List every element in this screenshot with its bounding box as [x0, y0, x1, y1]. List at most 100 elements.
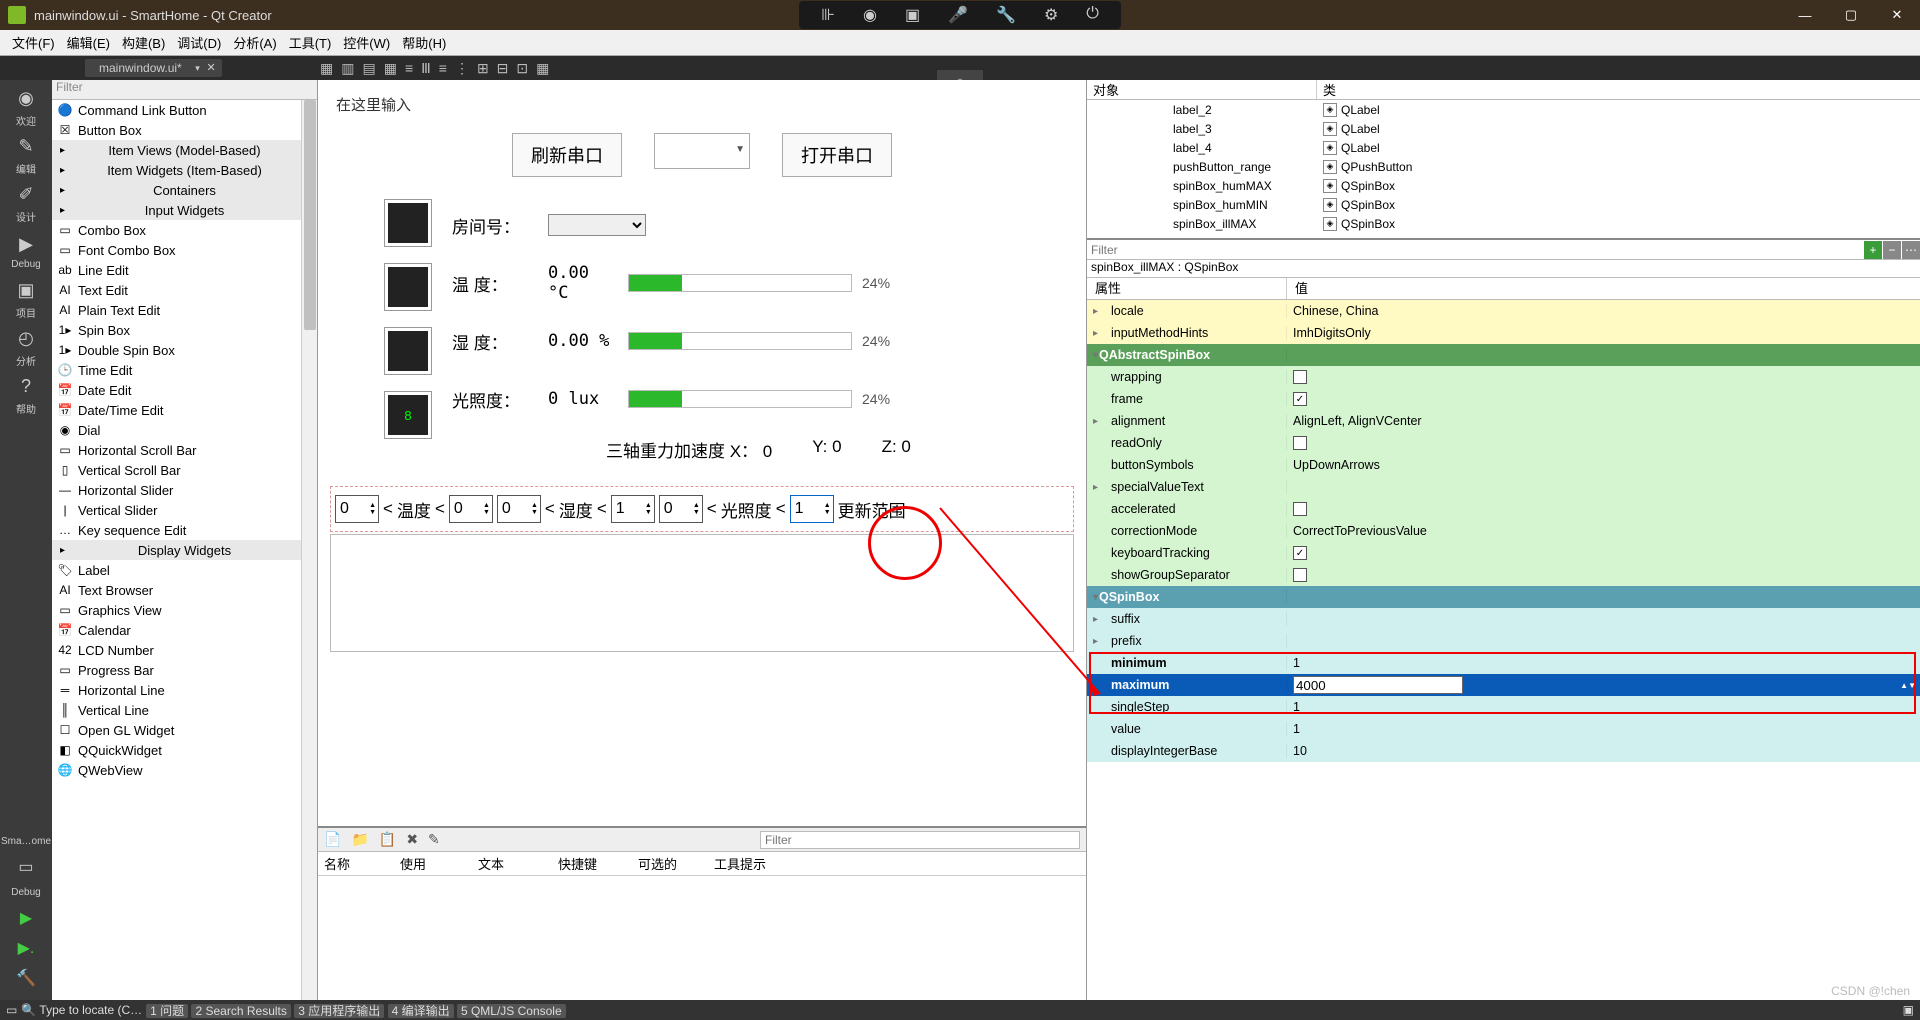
- locator[interactable]: 🔍 Type to locate (C…: [21, 1003, 142, 1017]
- object-row[interactable]: pushButton_range◈QPushButton: [1087, 157, 1920, 176]
- object-row[interactable]: label_2◈QLabel: [1087, 100, 1920, 119]
- signal-icon[interactable]: ⊪: [821, 5, 835, 25]
- widget-filter[interactable]: Filter: [52, 80, 317, 100]
- open-serial-button[interactable]: 打开串口: [782, 133, 892, 177]
- widget-item[interactable]: —Horizontal Slider: [52, 480, 317, 500]
- widget-item[interactable]: ◧QQuickWidget: [52, 740, 317, 760]
- maximize-button[interactable]: ▢: [1828, 0, 1874, 30]
- scrollbar-thumb[interactable]: [304, 100, 316, 330]
- menu-item[interactable]: 帮助(H): [396, 31, 452, 54]
- property-row[interactable]: ▸suffix: [1087, 608, 1920, 630]
- object-row[interactable]: spinBox_humMAX◈QSpinBox: [1087, 176, 1920, 195]
- edit-icon[interactable]: ✎: [428, 831, 440, 848]
- widget-item[interactable]: ◉Dial: [52, 420, 317, 440]
- menu-item[interactable]: 控件(W): [337, 31, 396, 54]
- mode-欢迎[interactable]: ◉欢迎: [2, 84, 50, 130]
- property-row[interactable]: readOnly: [1087, 432, 1920, 454]
- mode-设计[interactable]: ✐设计: [2, 180, 50, 226]
- property-row[interactable]: ▸inputMethodHintsImhDigitsOnly: [1087, 322, 1920, 344]
- copy-icon[interactable]: 📋: [379, 831, 396, 848]
- widget-item[interactable]: 📅Date Edit: [52, 380, 317, 400]
- menu-item[interactable]: 文件(F): [6, 31, 61, 54]
- property-row[interactable]: ▸localeChinese, China: [1087, 300, 1920, 322]
- widget-item[interactable]: ☒Button Box: [52, 120, 317, 140]
- folder-icon[interactable]: 📄: [324, 831, 341, 848]
- object-row[interactable]: spinBox_illMAX◈QSpinBox: [1087, 214, 1920, 233]
- widget-item[interactable]: ▯Vertical Scroll Bar: [52, 460, 317, 480]
- close-icon[interactable]: ✕: [207, 61, 216, 74]
- widget-item[interactable]: ║Vertical Line: [52, 700, 317, 720]
- widget-item[interactable]: ▭Progress Bar: [52, 660, 317, 680]
- output-tab[interactable]: 5 QML/JS Console: [457, 1004, 566, 1018]
- room-select[interactable]: [548, 214, 646, 236]
- widget-item[interactable]: 🌐QWebView: [52, 760, 317, 780]
- widget-category[interactable]: ▸Item Widgets (Item-Based): [52, 160, 317, 180]
- object-row[interactable]: spinBox_humMIN◈QSpinBox: [1087, 195, 1920, 214]
- property-row[interactable]: showGroupSeparator: [1087, 564, 1920, 586]
- object-inspector[interactable]: 对象 类 label_2◈QLabellabel_3◈QLabellabel_4…: [1087, 80, 1920, 240]
- widget-item[interactable]: ▭Font Combo Box: [52, 240, 317, 260]
- layout-icon[interactable]: ⊡: [516, 60, 528, 77]
- layout-icon[interactable]: ▤: [362, 60, 375, 77]
- property-row[interactable]: buttonSymbolsUpDownArrows: [1087, 454, 1920, 476]
- layout-icon[interactable]: ▦: [320, 60, 333, 77]
- update-range-button[interactable]: 更新范围: [838, 497, 906, 522]
- log-textarea[interactable]: [330, 534, 1074, 652]
- layout-icon[interactable]: Ⅲ: [421, 60, 431, 77]
- widget-category[interactable]: ▸Input Widgets: [52, 200, 317, 220]
- menu-item[interactable]: 工具(T): [283, 31, 338, 54]
- output-pane-icon[interactable]: ▭: [6, 1003, 17, 1017]
- property-row[interactable]: ▸specialValueText: [1087, 476, 1920, 498]
- menu-item[interactable]: 调试(D): [171, 31, 227, 54]
- layout-icon[interactable]: ▦: [536, 60, 549, 77]
- mode-Debug[interactable]: ▶Debug: [2, 228, 50, 274]
- mode-项目[interactable]: ▣项目: [2, 276, 50, 322]
- property-row[interactable]: value1: [1087, 718, 1920, 740]
- spinbox[interactable]: 1▲▼: [611, 495, 655, 523]
- property-row[interactable]: accelerated: [1087, 498, 1920, 520]
- widget-item[interactable]: 🏷Label: [52, 560, 317, 580]
- property-row[interactable]: correctionModeCorrectToPreviousValue: [1087, 520, 1920, 542]
- widget-category[interactable]: ▸Display Widgets: [52, 540, 317, 560]
- property-row[interactable]: frame✓: [1087, 388, 1920, 410]
- property-list[interactable]: ▸localeChinese, China▸inputMethodHintsIm…: [1087, 300, 1920, 1000]
- form-canvas[interactable]: 在这里输入 刷新串口 ▼ 打开串口 8 房间号：: [318, 80, 1086, 826]
- widget-item[interactable]: 🔵Command Link Button: [52, 100, 317, 120]
- property-row[interactable]: singleStep1: [1087, 696, 1920, 718]
- property-row[interactable]: minimum1: [1087, 652, 1920, 674]
- action-filter[interactable]: [760, 831, 1080, 849]
- debug-icon[interactable]: ▶.: [18, 938, 35, 958]
- layout-icon[interactable]: ≡: [405, 60, 413, 76]
- mode-帮助[interactable]: ?帮助: [2, 372, 50, 418]
- widget-category[interactable]: ▸Containers: [52, 180, 317, 200]
- mic-icon[interactable]: 🎤: [948, 5, 968, 25]
- widget-item[interactable]: 📅Date/Time Edit: [52, 400, 317, 420]
- spinbox[interactable]: 0▲▼: [335, 495, 379, 523]
- serial-combo[interactable]: ▼: [654, 133, 750, 169]
- property-row[interactable]: maximum▲▼: [1087, 674, 1920, 696]
- layout-icon[interactable]: ▥: [341, 60, 354, 77]
- layout-icon[interactable]: ⊞: [477, 60, 489, 77]
- title-edit[interactable]: 在这里输入: [336, 94, 1074, 115]
- widget-item[interactable]: 1▸Double Spin Box: [52, 340, 317, 360]
- object-row[interactable]: label_4◈QLabel: [1087, 138, 1920, 157]
- widget-item[interactable]: 42LCD Number: [52, 640, 317, 660]
- wrench-icon[interactable]: 🔧: [996, 5, 1016, 25]
- widget-item[interactable]: AIPlain Text Edit: [52, 300, 317, 320]
- minimize-button[interactable]: —: [1782, 0, 1828, 30]
- widget-list[interactable]: 🔵Command Link Button☒Button Box▸Item Vie…: [52, 100, 317, 1000]
- gear-icon[interactable]: ⚙: [1044, 5, 1058, 25]
- camera-icon[interactable]: ▣: [905, 5, 920, 25]
- widget-item[interactable]: …Key sequence Edit: [52, 520, 317, 540]
- delete-icon[interactable]: ✖: [406, 831, 418, 848]
- output-tab[interactable]: 4 编译输出: [388, 1004, 454, 1018]
- menu-item[interactable]: 构建(B): [116, 31, 171, 54]
- output-tab[interactable]: 2 Search Results: [191, 1004, 290, 1018]
- run-icon[interactable]: ▶: [20, 908, 32, 928]
- remove-property-button[interactable]: −: [1883, 241, 1901, 259]
- widget-item[interactable]: 1▸Spin Box: [52, 320, 317, 340]
- widget-item[interactable]: AIText Browser: [52, 580, 317, 600]
- widget-item[interactable]: 📅Calendar: [52, 620, 317, 640]
- spinbox[interactable]: 0▲▼: [497, 495, 541, 523]
- widget-item[interactable]: |Vertical Slider: [52, 500, 317, 520]
